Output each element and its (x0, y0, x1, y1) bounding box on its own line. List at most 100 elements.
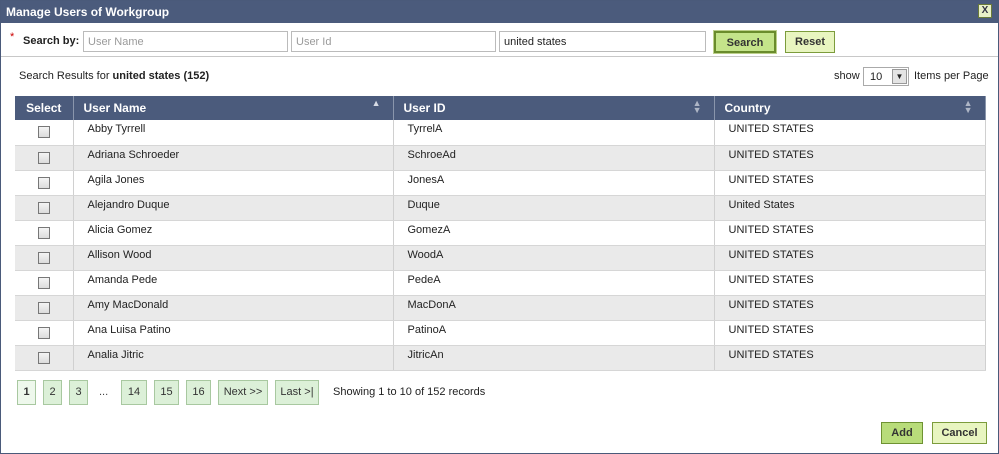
user-id-cell: WoodA (393, 245, 715, 271)
title-bar: Manage Users of Workgroup X (1, 1, 998, 23)
column-header-label: User ID (403, 101, 446, 115)
sort-icon[interactable]: ▲ ▼ (693, 99, 702, 115)
select-cell (15, 220, 74, 246)
column-header-user-id[interactable]: User ID ▲ ▼ (393, 96, 715, 120)
row-checkbox[interactable] (37, 276, 50, 289)
user-id-cell: Duque (393, 195, 715, 221)
results-query: united states (112, 70, 181, 82)
user-name-cell: Abby Tyrrell (73, 120, 394, 146)
page-button-1[interactable]: 1 (17, 380, 36, 405)
user-name-cell: Ana Luisa Patino (73, 320, 394, 346)
user-id-cell: SchroeAd (393, 145, 715, 171)
table-row: Alicia Gomez GomezA UNITED STATES (15, 220, 986, 246)
user-name-cell: Analia Jitric (73, 345, 394, 371)
user-id-cell: PedeA (393, 270, 715, 296)
user-id-cell: GomezA (393, 220, 715, 246)
users-table: Select User Name ▲ User ID ▲ ▼ Country ▲ ▼… (15, 96, 986, 371)
user-name-cell: Allison Wood (73, 245, 394, 271)
row-checkbox[interactable] (37, 201, 50, 214)
select-cell (15, 320, 74, 346)
select-cell (15, 120, 74, 146)
row-checkbox[interactable] (37, 126, 50, 139)
user-id-cell: MacDonA (393, 295, 715, 321)
column-header-country[interactable]: Country ▲ ▼ (714, 96, 986, 120)
required-marker: * (10, 31, 15, 43)
select-cell (15, 170, 74, 196)
table-row: Agila Jones JonesA UNITED STATES (15, 170, 986, 196)
country-cell: United States (714, 195, 986, 221)
table-header-row: Select User Name ▲ User ID ▲ ▼ Country ▲ ▼ (15, 96, 986, 120)
cancel-button[interactable]: Cancel (932, 422, 987, 444)
results-count: (152) (183, 70, 210, 82)
page-button-2[interactable]: 2 (43, 380, 62, 405)
table-row: Abby Tyrrell TyrrelA UNITED STATES (15, 120, 986, 146)
last-page-button[interactable]: Last >| (275, 380, 319, 405)
row-checkbox[interactable] (37, 351, 50, 364)
search-by-label: Search by: (23, 35, 80, 47)
select-cell (15, 195, 74, 221)
add-button[interactable]: Add (881, 422, 923, 444)
table-row: Amy MacDonald MacDonA UNITED STATES (15, 295, 986, 321)
country-cell: UNITED STATES (714, 145, 986, 171)
country-cell: UNITED STATES (714, 120, 986, 146)
country-cell: UNITED STATES (714, 170, 986, 196)
user-id-cell: JitricAn (393, 345, 715, 371)
reset-button[interactable]: Reset (785, 31, 835, 53)
dialog-title: Manage Users of Workgroup (6, 5, 170, 19)
per-page-select[interactable]: 10 ▼ (863, 67, 909, 86)
username-input[interactable] (83, 31, 288, 52)
close-button[interactable]: X (978, 4, 992, 18)
pagination-summary: Showing 1 to 10 of 152 records (333, 386, 486, 398)
column-header-select: Select (15, 96, 74, 120)
country-cell: UNITED STATES (714, 270, 986, 296)
country-cell: UNITED STATES (714, 320, 986, 346)
table-row: Allison Wood WoodA UNITED STATES (15, 245, 986, 271)
row-checkbox[interactable] (37, 226, 50, 239)
select-cell (15, 270, 74, 296)
country-input[interactable] (499, 31, 706, 52)
sort-icon[interactable]: ▲ (372, 99, 381, 108)
table-row: Analia Jitric JitricAn UNITED STATES (15, 345, 986, 371)
results-summary: Search Results for united states (152) (19, 70, 209, 82)
userid-input[interactable] (291, 31, 496, 52)
table-row: Alejandro Duque Duque United States (15, 195, 986, 221)
user-name-cell: Alejandro Duque (73, 195, 394, 221)
row-checkbox[interactable] (37, 251, 50, 264)
show-label: show (834, 70, 860, 82)
sort-icon[interactable]: ▲ ▼ (964, 99, 973, 115)
select-cell (15, 145, 74, 171)
search-bar: * Search by: Search Reset (1, 25, 998, 57)
table-row: Adriana Schroeder SchroeAd UNITED STATES (15, 145, 986, 171)
user-id-cell: TyrrelA (393, 120, 715, 146)
results-prefix: Search Results for (19, 70, 110, 82)
row-checkbox[interactable] (37, 151, 50, 164)
next-page-button[interactable]: Next >> (218, 380, 268, 405)
manage-users-dialog: Manage Users of Workgroup X * Search by:… (0, 0, 999, 454)
user-name-cell: Agila Jones (73, 170, 394, 196)
column-header-label: User Name (83, 101, 147, 115)
column-header-user-name[interactable]: User Name ▲ (73, 96, 394, 120)
pagination-ellipsis: ... (99, 386, 109, 398)
country-cell: UNITED STATES (714, 295, 986, 321)
items-per-page-label: Items per Page (914, 70, 989, 82)
page-button-3[interactable]: 3 (69, 380, 88, 405)
country-cell: UNITED STATES (714, 220, 986, 246)
page-button-14[interactable]: 14 (121, 380, 147, 405)
per-page-value: 10 (870, 71, 883, 83)
row-checkbox[interactable] (37, 176, 50, 189)
search-button[interactable]: Search (713, 30, 777, 54)
country-cell: UNITED STATES (714, 345, 986, 371)
row-checkbox[interactable] (37, 301, 50, 314)
page-button-15[interactable]: 15 (154, 380, 179, 405)
row-checkbox[interactable] (37, 326, 50, 339)
chevron-down-icon[interactable]: ▼ (892, 69, 907, 84)
user-id-cell: PatinoA (393, 320, 715, 346)
table-row: Amanda Pede PedeA UNITED STATES (15, 270, 986, 296)
select-cell (15, 295, 74, 321)
page-button-16[interactable]: 16 (186, 380, 211, 405)
user-name-cell: Adriana Schroeder (73, 145, 394, 171)
country-cell: UNITED STATES (714, 245, 986, 271)
user-name-cell: Amanda Pede (73, 270, 394, 296)
table-row: Ana Luisa Patino PatinoA UNITED STATES (15, 320, 986, 346)
column-header-label: Country (724, 101, 771, 115)
